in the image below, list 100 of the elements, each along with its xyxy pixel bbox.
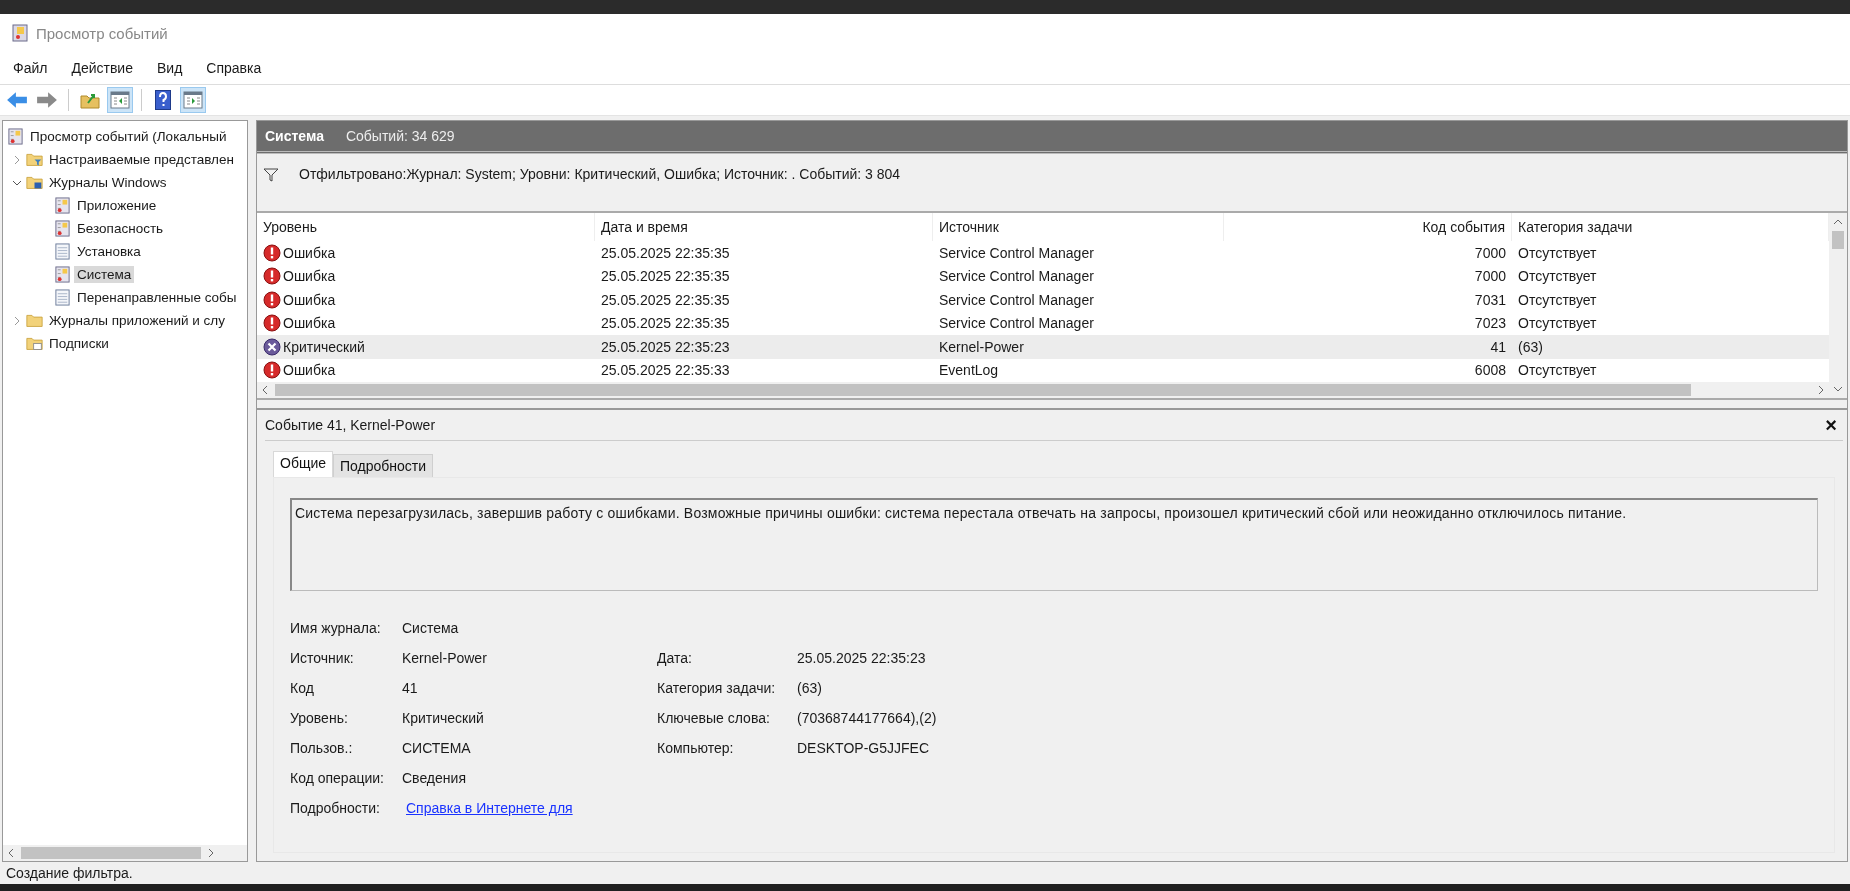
action-pane-icon[interactable] xyxy=(180,87,206,113)
column-header[interactable]: Источник xyxy=(933,213,1224,241)
column-header[interactable]: Код события xyxy=(1224,213,1512,241)
field-value: Система xyxy=(402,620,460,636)
field-label: Пользов.: xyxy=(290,740,354,756)
tree-item[interactable]: Система xyxy=(74,266,135,283)
table-cell-text: 7023 xyxy=(1473,315,1507,332)
critical-icon xyxy=(263,337,281,356)
folder-icon xyxy=(26,151,43,168)
field-value: 25.05.2025 22:35:23 xyxy=(797,650,927,666)
table-cell-text: 7000 xyxy=(1473,244,1507,261)
field-label: Категория задачи: xyxy=(657,680,777,696)
close-button[interactable]: × xyxy=(1819,413,1843,437)
scroll-left-icon[interactable] xyxy=(261,385,269,395)
status-text: Создание фильтра. xyxy=(6,865,133,881)
table-cell-text: 7000 xyxy=(1473,268,1507,285)
field-label: Источник: xyxy=(290,650,355,666)
table-cell-text: 7031 xyxy=(1473,291,1507,308)
filter-icon xyxy=(263,168,279,182)
vertical-scrollbar[interactable] xyxy=(1829,213,1847,398)
table-cell-text: Kernel-Power xyxy=(938,338,1025,355)
table-row[interactable]: Ошибка 25.05.2025 22:35:35 Service Control Manager 7000 Отсутствует xyxy=(257,241,1829,265)
tree-item[interactable]: Перенаправленные собы xyxy=(74,289,240,306)
field-value: DESKTOP-G5JJFEC xyxy=(797,740,930,756)
table-cell-text: Отсутствует xyxy=(1517,268,1598,285)
pane-title: Система xyxy=(265,128,324,144)
column-header[interactable]: Уровень xyxy=(257,213,595,241)
tree-item[interactable]: Журналы Windows xyxy=(46,174,170,191)
scroll-right-icon[interactable] xyxy=(207,848,215,858)
table-cell-text: 25.05.2025 22:35:35 xyxy=(600,291,731,308)
horizontal-scrollbar[interactable] xyxy=(3,845,247,861)
table-cell-text: 25.05.2025 22:35:35 xyxy=(600,244,731,261)
scroll-down-icon[interactable] xyxy=(1833,385,1843,393)
table-row[interactable]: Критический 25.05.2025 22:35:23 Kernel-Power 41 (63) xyxy=(257,335,1829,359)
menu-item[interactable]: Файл xyxy=(13,60,48,76)
column-header[interactable]: Дата и время xyxy=(595,213,933,241)
menu-item[interactable]: Действие xyxy=(71,60,133,76)
scroll-thumb[interactable] xyxy=(275,384,1691,396)
table-row[interactable]: Ошибка 25.05.2025 22:35:35 Service Control Manager 7000 Отсутствует xyxy=(257,264,1829,288)
level-text: Ошибка xyxy=(283,291,336,308)
menu-item[interactable]: Вид xyxy=(156,60,183,76)
tree-item[interactable]: Безопасность xyxy=(74,220,167,237)
field-value: СИСТЕМА xyxy=(402,740,472,756)
tree-item[interactable]: Приложение xyxy=(74,197,160,214)
help-link[interactable]: Справка в Интернете для xyxy=(402,800,657,816)
folder-icon xyxy=(26,312,43,329)
scroll-thumb[interactable] xyxy=(21,847,201,859)
level-text: Ошибка xyxy=(283,315,336,332)
table-row[interactable]: Ошибка 25.05.2025 22:35:33 EventLog 6008 Отсутствует xyxy=(257,358,1829,382)
field-value: 41 xyxy=(402,680,419,696)
log-icon xyxy=(7,128,24,145)
scroll-left-icon[interactable] xyxy=(7,848,15,858)
table-row[interactable]: Ошибка 25.05.2025 22:35:35 Service Control Manager 7023 Отсутствует xyxy=(257,311,1829,335)
tree-item[interactable]: Настраиваемые представлен xyxy=(46,151,237,168)
field-value: Kernel-Power xyxy=(402,650,488,666)
field-value: Сведения xyxy=(402,770,467,786)
menu-item[interactable]: Справка xyxy=(206,60,262,76)
error-icon xyxy=(263,267,281,286)
horizontal-scrollbar[interactable] xyxy=(257,382,1829,398)
show-tree-icon[interactable] xyxy=(107,87,133,113)
error-icon xyxy=(263,243,281,262)
collapsed-chevron-icon[interactable] xyxy=(12,154,22,165)
error-icon xyxy=(263,314,281,333)
event-description: Система перезагрузилась, завершив работу с ошибками. Возможные причины ошибки: система перестала отвечать на запросы, произошел критический сбой или неожиданно отключилось питание. xyxy=(295,505,1627,521)
scroll-thumb[interactable] xyxy=(1832,231,1844,249)
table-cell-text: 6008 xyxy=(1473,362,1507,379)
table-cell-text: Отсутствует xyxy=(1517,244,1598,261)
field-label: Дата: xyxy=(657,650,693,666)
event-title: Событие 41, Kernel-Power xyxy=(265,417,436,433)
table-cell-text: 25.05.2025 22:35:35 xyxy=(600,315,731,332)
window-title: Просмотр событий xyxy=(36,24,168,42)
log-icon xyxy=(54,220,71,237)
field-value: (70368744177664),(2) xyxy=(797,710,938,726)
folder-icon xyxy=(26,174,43,191)
error-icon xyxy=(263,361,281,380)
table-cell-text: (63) xyxy=(1517,338,1544,355)
tree-item[interactable]: Подписки xyxy=(46,335,112,352)
tab[interactable]: Подробности xyxy=(333,454,434,477)
level-text: Ошибка xyxy=(283,362,336,379)
tree-item[interactable]: Журналы приложений и слу xyxy=(46,312,228,329)
field-value: (63) xyxy=(797,680,823,696)
field-value: Критический xyxy=(402,710,485,726)
tree-item[interactable]: Просмотр событий (Локальный xyxy=(27,128,230,145)
tab[interactable]: Общие xyxy=(273,451,334,477)
scroll-up-icon[interactable] xyxy=(1833,218,1843,226)
table-cell-text: Service Control Manager xyxy=(938,268,1095,285)
table-cell-text: 25.05.2025 22:35:33 xyxy=(600,362,731,379)
tree-item[interactable]: Установка xyxy=(74,243,144,260)
scroll-right-icon[interactable] xyxy=(1817,385,1825,395)
table-cell-text: Отсутствует xyxy=(1517,291,1598,308)
field-label: Код операции: xyxy=(290,770,385,786)
level-text: Ошибка xyxy=(283,268,336,285)
field-label: Ключевые слова: xyxy=(657,710,771,726)
collapsed-chevron-icon[interactable] xyxy=(12,315,22,326)
table-row[interactable]: Ошибка 25.05.2025 22:35:35 Service Control Manager 7031 Отсутствует xyxy=(257,288,1829,312)
field-label: Уровень: xyxy=(290,710,349,726)
field-label: Подробности: xyxy=(290,800,381,816)
error-icon xyxy=(263,290,281,309)
table-cell-text: Service Control Manager xyxy=(938,244,1095,261)
field-label: Компьютер: xyxy=(657,740,735,756)
